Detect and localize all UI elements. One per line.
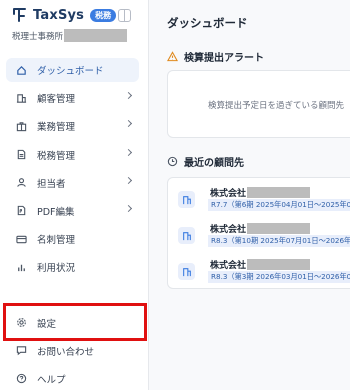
sidebar-item-label: ヘルプ	[37, 374, 66, 386]
sidebar: TaxSys 税務 税理士事務所 ダッシュボード 顧客管理 業務管理 税務管理 …	[0, 0, 149, 390]
sidebar-item-label: 顧客管理	[37, 94, 76, 106]
redacted-client-name	[247, 259, 311, 270]
building-icon	[16, 93, 27, 104]
chevron-right-icon	[124, 92, 133, 100]
user-icon	[16, 177, 27, 188]
client-row[interactable]: 株式会社 R8.3（第10期 2025年07月01日～2026年	[168, 220, 350, 250]
taxsys-logo-icon	[13, 8, 26, 22]
page-title: ダッシュボード	[167, 16, 248, 30]
sidebar-item-usage[interactable]: 利用状況	[6, 255, 139, 279]
client-period-tag: R8.3（第10期 2025年07月01日～2026年	[208, 235, 350, 247]
chevron-right-icon	[124, 176, 133, 184]
chevron-right-icon	[124, 120, 133, 128]
redacted-office-name	[64, 29, 128, 42]
alert-empty-text: 検算提出予定日を過ぎている顧問先	[208, 101, 345, 111]
brand-name: TaxSys	[33, 7, 85, 23]
clock-icon	[167, 156, 178, 167]
alert-card: 検算提出予定日を過ぎている顧問先	[167, 70, 350, 138]
client-period-tag: R8.3（第3期 2026年03月01日～2026年0	[208, 271, 350, 283]
sidebar-item-help[interactable]: ヘルプ	[6, 365, 139, 390]
sidebar-item-label: 利用状況	[37, 263, 76, 275]
client-name: 株式会社	[210, 186, 311, 199]
sidebar-item-business-cards[interactable]: 名刺管理	[6, 227, 139, 251]
redacted-client-name	[247, 187, 311, 198]
sidebar-collapse-icon[interactable]	[118, 9, 131, 22]
sidebar-item-staff[interactable]: 担当者	[6, 171, 139, 195]
building-icon	[178, 227, 195, 244]
sidebar-item-label: 業務管理	[37, 122, 76, 134]
office-name: 税理士事務所	[12, 29, 128, 42]
sidebar-nav: ダッシュボード 顧客管理 業務管理 税務管理 担当者 PDF編集 名刺管理 利用…	[6, 58, 139, 284]
sidebar-item-dashboard[interactable]: ダッシュボード	[6, 58, 139, 82]
sidebar-item-label: 名刺管理	[37, 235, 76, 247]
office-label: 税理士事務所	[12, 31, 64, 42]
bar-chart-icon	[16, 262, 27, 273]
sidebar-item-label: お問い合わせ	[37, 346, 95, 358]
sidebar-item-label: PDF編集	[37, 206, 75, 218]
building-icon	[178, 191, 195, 208]
home-icon	[16, 65, 27, 76]
pdf-file-icon	[16, 205, 27, 216]
brand-badge: 税務	[90, 8, 117, 22]
redacted-client-name	[247, 223, 311, 234]
alert-heading-text: 検算提出アラート	[184, 53, 264, 64]
sidebar-item-label: 担当者	[37, 178, 66, 190]
main-content: ダッシュボード 検算提出アラート 検算提出予定日を過ぎている顧問先 最近の顧問先…	[150, 0, 350, 390]
chevron-right-icon	[124, 148, 133, 156]
client-name: 株式会社	[210, 222, 311, 235]
sidebar-item-contact[interactable]: お問い合わせ	[6, 337, 139, 364]
recent-clients-card: 株式会社 R7.7（第6期 2025年04月01日～2025年0 株式会社 R8…	[167, 177, 350, 289]
card-icon	[16, 234, 27, 245]
alert-section-heading: 検算提出アラート	[167, 49, 264, 64]
client-row[interactable]: 株式会社 R7.7（第6期 2025年04月01日～2025年0	[168, 184, 350, 214]
sidebar-item-tasks[interactable]: 業務管理	[6, 114, 139, 138]
sidebar-item-label: ダッシュボード	[37, 66, 104, 77]
settings-highlight-box	[3, 303, 147, 341]
clients-heading-text: 最近の顧問先	[184, 158, 244, 169]
document-icon	[16, 149, 27, 160]
chevron-right-icon	[124, 204, 133, 212]
sidebar-item-pdf[interactable]: PDF編集	[6, 199, 139, 223]
help-icon	[16, 373, 27, 384]
chat-icon	[16, 345, 27, 356]
sidebar-item-label: 税務管理	[37, 150, 76, 162]
client-name: 株式会社	[210, 258, 311, 271]
clients-section-heading: 最近の顧問先	[167, 154, 244, 169]
building-icon	[178, 263, 195, 280]
client-row[interactable]: 株式会社 R8.3（第3期 2026年03月01日～2026年0	[168, 256, 350, 286]
warning-icon	[167, 51, 178, 62]
brand[interactable]: TaxSys 税務	[12, 7, 117, 23]
client-period-tag: R7.7（第6期 2025年04月01日～2025年0	[208, 199, 350, 211]
briefcase-icon	[16, 121, 27, 132]
sidebar-item-tax[interactable]: 税務管理	[6, 143, 139, 167]
sidebar-item-clients[interactable]: 顧客管理	[6, 86, 139, 110]
